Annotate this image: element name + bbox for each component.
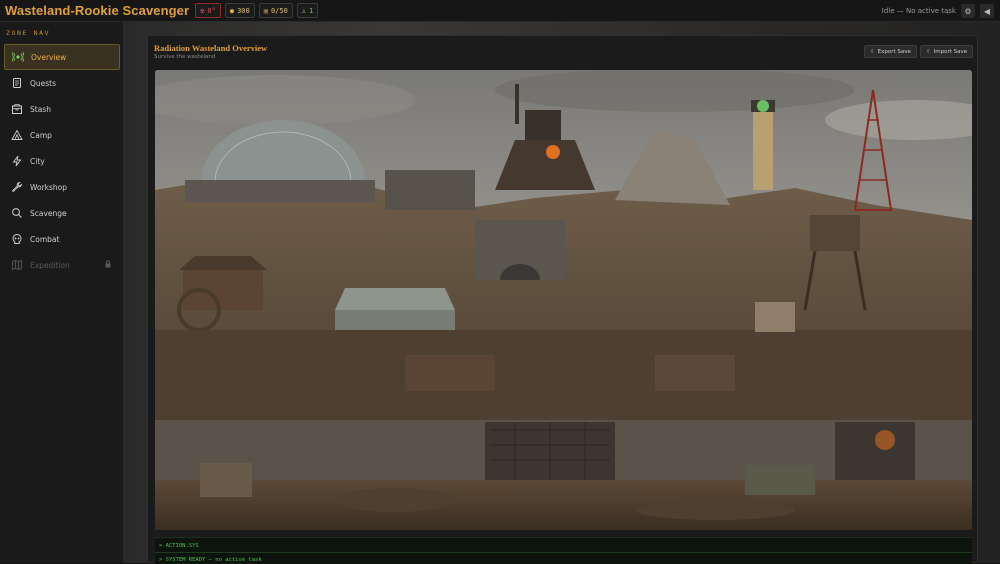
wasteland-scene-image <box>155 70 972 530</box>
gear-icon: ⚙ <box>964 6 972 16</box>
inventory-chip: ▣ 0/50 <box>258 3 293 18</box>
sidebar-item-city[interactable]: City <box>4 148 120 174</box>
settings-button[interactable]: ⚙ <box>961 4 975 18</box>
speaker-icon: ◀ <box>983 6 991 16</box>
sound-button[interactable]: ◀ <box>980 4 994 18</box>
export-save-button[interactable]: ⇩ Export Save <box>864 45 917 58</box>
coins-chip: ● 300 <box>224 3 255 18</box>
skull-icon <box>10 232 24 246</box>
import-label: Import Save <box>933 48 968 55</box>
radiation-chip: ☢ 0° <box>195 3 221 18</box>
console-divider <box>155 552 972 553</box>
coins-value: 300 <box>237 6 250 15</box>
lightning-icon <box>10 154 24 168</box>
inventory-value: 0/50 <box>270 6 288 15</box>
sidebar-item-label: Overview <box>31 52 67 62</box>
box-icon <box>10 102 24 116</box>
sidebar-item-stash[interactable]: Stash <box>4 96 120 122</box>
survivors-chip: ♙ 1 <box>296 3 319 18</box>
sidebar-item-label: Combat <box>30 234 60 244</box>
sidebar-item-scavenge[interactable]: Scavenge <box>4 200 120 226</box>
scroll-icon <box>10 76 24 90</box>
console-line-2: > SYSTEM READY — no active task <box>159 557 262 563</box>
magnifier-icon <box>10 206 24 220</box>
sidebar-item-camp[interactable]: Camp <box>4 122 120 148</box>
sidebar-item-expedition: Expedition <box>4 252 120 278</box>
console-line-1: > ACTION.SYS <box>159 543 199 549</box>
map-icon <box>10 258 24 272</box>
import-save-button[interactable]: ⇧ Import Save <box>920 45 974 58</box>
person-icon: ♙ <box>301 6 307 15</box>
sidebar-item-workshop[interactable]: Workshop <box>4 174 120 200</box>
survivors-value: 1 <box>309 6 314 15</box>
sidebar-item-label: Stash <box>30 104 51 114</box>
sidebar-item-label: City <box>30 156 45 166</box>
upload-icon: ⇧ <box>926 48 931 55</box>
radiation-icon: ☢ <box>200 6 205 15</box>
radar-icon <box>11 50 25 64</box>
panel-title: Radiation Wasteland Overview <box>154 43 268 53</box>
sidebar-item-label: Expedition <box>30 260 70 270</box>
sidebar-item-label: Workshop <box>30 182 68 192</box>
sidebar-item-quests[interactable]: Quests <box>4 70 120 96</box>
wrench-icon <box>10 180 24 194</box>
tent-icon <box>10 128 24 142</box>
action-console: > ACTION.SYS > SYSTEM READY — no active … <box>155 537 972 564</box>
backpack-icon: ▣ <box>263 6 268 15</box>
coin-icon: ● <box>229 6 235 15</box>
sidebar-heading: ZONE NAV <box>6 29 51 37</box>
top-bar: Wasteland-Rookie Scavenger ☢ 0° ● 300 ▣ … <box>0 0 1000 22</box>
sidebar-item-label: Camp <box>30 130 52 140</box>
sidebar-item-overview[interactable]: Overview <box>4 44 120 70</box>
sidebar-item-label: Scavenge <box>30 208 67 218</box>
app-title: Wasteland-Rookie Scavenger <box>5 3 190 18</box>
sidebar-item-combat[interactable]: Combat <box>4 226 120 252</box>
overview-panel: Radiation Wasteland Overview Survive the… <box>147 35 978 564</box>
sidebar-item-label: Quests <box>30 78 57 88</box>
task-status: Idle — No active task <box>881 7 956 15</box>
panel-subtitle: Survive the wasteland <box>154 54 216 60</box>
download-icon: ⇩ <box>870 48 875 55</box>
export-label: Export Save <box>877 48 911 55</box>
radiation-value: 0° <box>207 6 216 15</box>
sidebar: ZONE NAV Overview Quests Stash Camp City <box>0 22 124 563</box>
lock-icon <box>104 260 112 270</box>
